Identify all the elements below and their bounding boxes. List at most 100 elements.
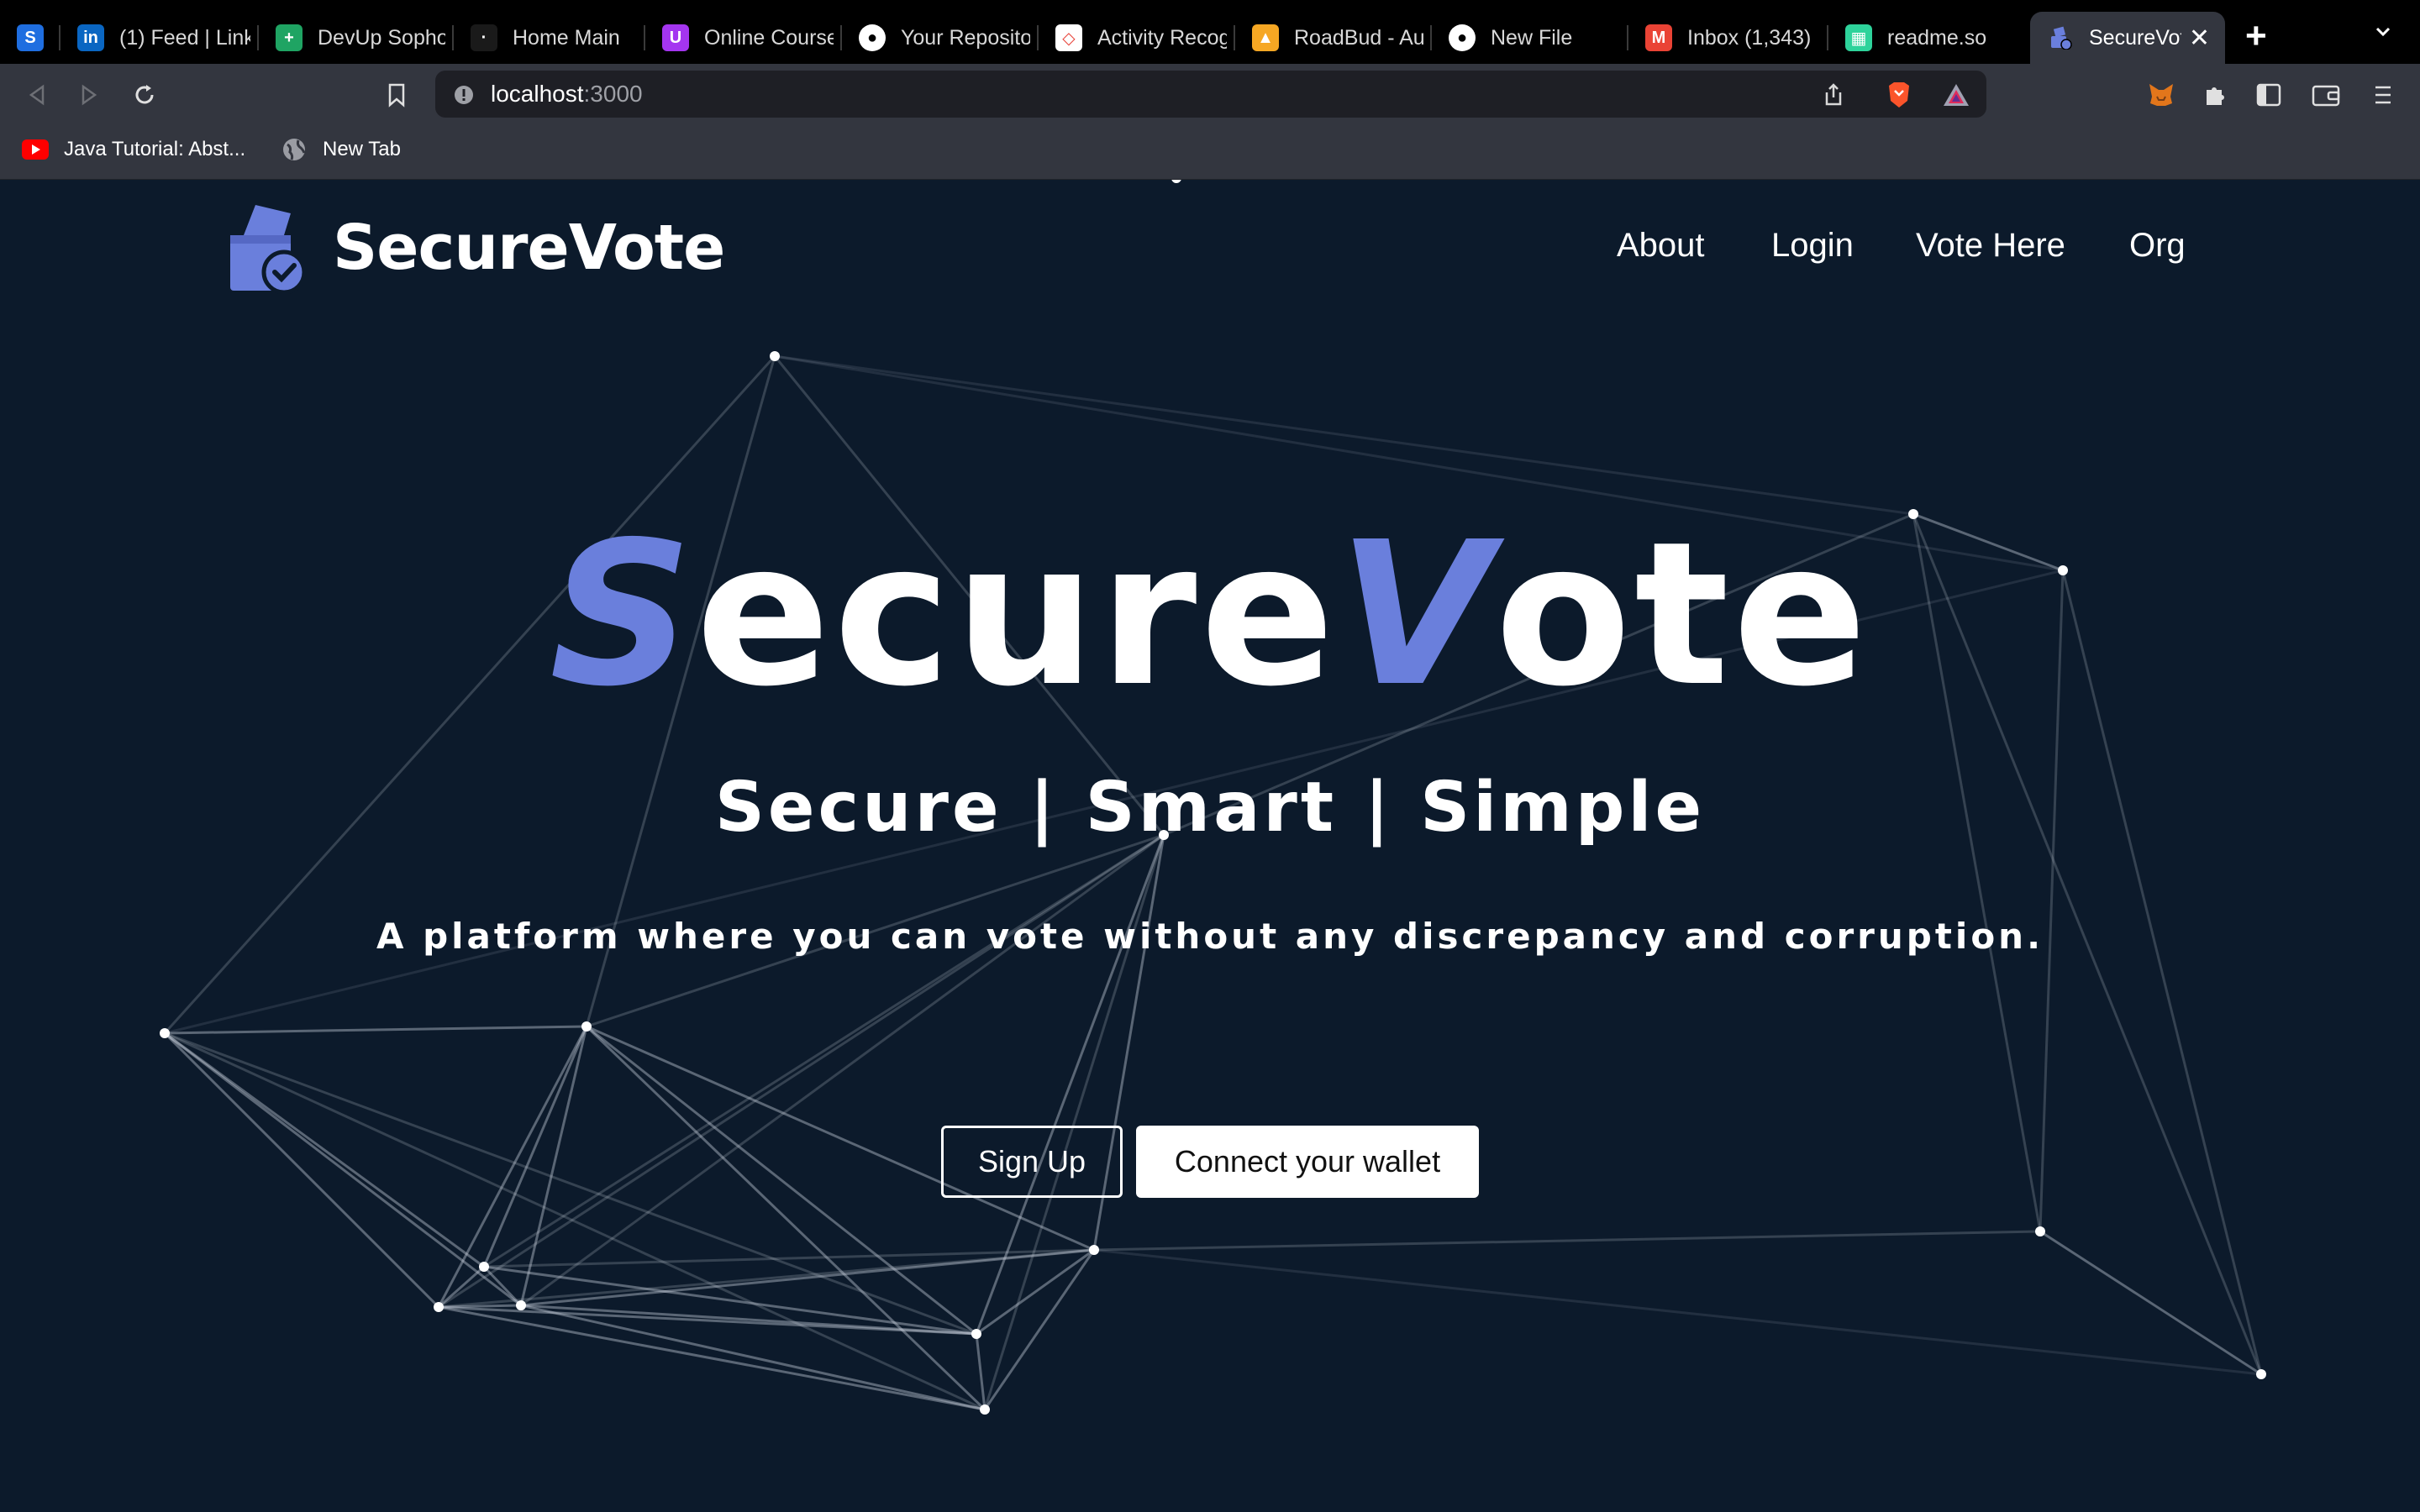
browser-tab[interactable]: ◇ Activity Recognition bbox=[1039, 12, 1227, 64]
network-node bbox=[1171, 180, 1181, 183]
network-link bbox=[164, 1032, 977, 1336]
network-node bbox=[581, 1021, 592, 1032]
gmail-icon: M bbox=[1645, 24, 1672, 51]
tab-strip: Sin (1) Feed | LinkedIn + DevUp Sophomore · H… bbox=[0, 0, 2420, 64]
url-port: :3000 bbox=[583, 81, 643, 107]
network-link bbox=[438, 1265, 485, 1309]
network-link bbox=[1093, 1230, 2041, 1252]
network-node bbox=[160, 1028, 170, 1038]
network-node bbox=[479, 1262, 489, 1272]
nav-vote-here[interactable]: Vote Here bbox=[1916, 227, 2065, 265]
network-link bbox=[164, 1025, 587, 1035]
browser-tab[interactable]: in (1) Feed | LinkedIn bbox=[60, 12, 250, 64]
globe-icon bbox=[281, 136, 308, 163]
brave-shields-icon[interactable] bbox=[1882, 78, 1916, 112]
browser-tab[interactable]: S bbox=[0, 12, 54, 64]
github-icon: ● bbox=[1449, 24, 1476, 51]
tab-active[interactable]: SecureVote ✕ bbox=[2030, 12, 2225, 64]
brand-logo[interactable]: SecureVote bbox=[227, 202, 725, 294]
sign-up-button[interactable]: Sign Up bbox=[941, 1126, 1123, 1198]
reload-icon[interactable] bbox=[128, 78, 161, 112]
browser-tab[interactable]: ● Your Repositories bbox=[842, 12, 1030, 64]
s-app-icon: S bbox=[17, 24, 44, 51]
extensions-puzzle-icon[interactable] bbox=[2198, 78, 2232, 112]
brand-name: SecureVote bbox=[333, 212, 725, 284]
network-link bbox=[483, 833, 1165, 1268]
network-node bbox=[516, 1300, 526, 1310]
tab-separator bbox=[59, 25, 60, 50]
browser-tab-label: readme.so bbox=[1887, 25, 1987, 50]
network-link bbox=[975, 1333, 986, 1410]
github-icon: ● bbox=[859, 24, 886, 51]
wallet-icon[interactable] bbox=[2309, 78, 2343, 112]
nav-org[interactable]: Org bbox=[2129, 227, 2186, 265]
network-link bbox=[976, 1248, 1095, 1336]
nav-about[interactable]: About bbox=[1617, 227, 1705, 265]
browser-tab[interactable]: ▦ readme.so bbox=[1828, 12, 2020, 64]
hero-description: A platform where you can vote without an… bbox=[376, 916, 2044, 957]
tab-separator bbox=[1234, 25, 1235, 50]
bookmark-label: New Tab bbox=[323, 138, 401, 160]
sheets-icon: + bbox=[276, 24, 302, 51]
browser-tab-label: RoadBud - Auth bbox=[1294, 25, 1423, 50]
new-tab-icon[interactable]: + bbox=[2245, 15, 2267, 57]
course-icon: · bbox=[471, 24, 497, 51]
browser-tab[interactable]: U Online Courses bbox=[645, 12, 834, 64]
network-node bbox=[2256, 1369, 2266, 1379]
hero-title-part-1: ecure bbox=[695, 499, 1339, 730]
tab-separator bbox=[1627, 25, 1628, 50]
forward-icon[interactable] bbox=[72, 78, 106, 112]
hero-title-part-2: ote bbox=[1495, 499, 1871, 730]
network-link bbox=[983, 1249, 1096, 1410]
bookmark-new-tab[interactable]: New Tab bbox=[281, 136, 401, 163]
sidebar-toggle-icon[interactable] bbox=[2252, 78, 2286, 112]
tab-separator bbox=[257, 25, 259, 50]
network-node bbox=[1089, 1245, 1099, 1255]
firebase-icon: ▲ bbox=[1252, 24, 1279, 51]
browser-tab[interactable]: · Home Main bbox=[454, 12, 637, 64]
browser-tab[interactable]: + DevUp Sophomore bbox=[259, 12, 445, 64]
network-link bbox=[1093, 1248, 2262, 1376]
bookmark-label: Java Tutorial: Abst... bbox=[64, 138, 246, 160]
address-bar[interactable] bbox=[435, 71, 1986, 118]
network-link bbox=[163, 1032, 440, 1309]
tab-active-label: SecureVote bbox=[2089, 25, 2181, 50]
network-link bbox=[520, 833, 1165, 1307]
tab-search-chevron-icon[interactable] bbox=[2375, 24, 2391, 40]
url-text[interactable]: localhost:3000 bbox=[491, 81, 643, 108]
hero-title-accent-s: S bbox=[549, 499, 696, 730]
browser-tab[interactable]: M Inbox (1,343) bbox=[1628, 12, 1820, 64]
browser-tab-label: Your Repositories bbox=[901, 25, 1030, 50]
network-node bbox=[971, 1329, 981, 1339]
nav-login[interactable]: Login bbox=[1771, 227, 1854, 265]
brave-rewards-icon[interactable] bbox=[1939, 78, 1973, 112]
network-link bbox=[164, 1032, 986, 1411]
tab-separator bbox=[1037, 25, 1039, 50]
browser-tab-label: New File bbox=[1491, 25, 1573, 50]
close-tab-icon[interactable]: ✕ bbox=[2189, 24, 2210, 53]
browser-tab-label: Activity Recognition bbox=[1097, 25, 1227, 50]
hero-title: SecureVote bbox=[0, 516, 2420, 714]
menu-hamburger-icon[interactable] bbox=[2366, 78, 2400, 112]
linkedin-icon: in bbox=[77, 24, 104, 51]
metamask-fox-icon[interactable] bbox=[2144, 78, 2178, 112]
securevote-icon bbox=[2047, 24, 2074, 51]
tab-separator bbox=[452, 25, 454, 50]
browser-tab-label: (1) Feed | LinkedIn bbox=[119, 25, 250, 50]
back-icon[interactable] bbox=[20, 78, 54, 112]
tab-separator bbox=[1827, 25, 1828, 50]
page-viewport: SecureVote About Login Vote Here Org Sec… bbox=[0, 180, 2420, 1512]
bookmark-icon[interactable] bbox=[380, 78, 413, 112]
site-info-icon[interactable] bbox=[447, 78, 481, 112]
browser-tab[interactable]: ● New File bbox=[1432, 12, 1620, 64]
tab-separator bbox=[644, 25, 645, 50]
browser-tab-label: Home Main bbox=[513, 25, 620, 50]
browser-tab[interactable]: ▲ RoadBud - Auth bbox=[1235, 12, 1423, 64]
network-link bbox=[2039, 1230, 2262, 1376]
share-icon[interactable] bbox=[1817, 78, 1850, 112]
connect-wallet-button[interactable]: Connect your wallet bbox=[1136, 1126, 1479, 1198]
network-link bbox=[438, 833, 1165, 1309]
bookmark-java-tutorial[interactable]: Java Tutorial: Abst... bbox=[22, 136, 245, 163]
tab-separator bbox=[1430, 25, 1432, 50]
tab-separator bbox=[840, 25, 842, 50]
